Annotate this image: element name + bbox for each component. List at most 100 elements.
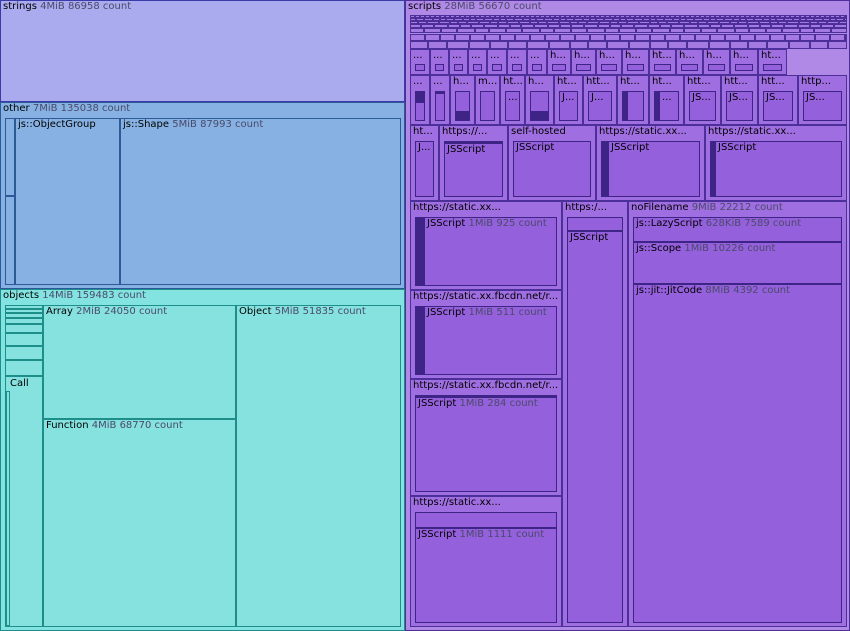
treemap-node-js-shape[interactable]: js::Shape 5MiB 87993 count xyxy=(120,118,401,285)
treemap-node-jsscript-small[interactable] xyxy=(492,64,502,71)
treemap-node-script-source[interactable]: ht... J... xyxy=(554,75,583,125)
treemap-node-script-source[interactable]: h... xyxy=(596,49,622,75)
treemap-node-objects[interactable]: objects 14MiB 159483 count Call Array 2M… xyxy=(0,289,405,631)
treemap-node-other[interactable]: other 7MiB 135038 count js::ObjectGroup … xyxy=(0,102,405,289)
treemap-node-objects-small[interactable] xyxy=(5,333,43,346)
treemap-node-script-small[interactable] xyxy=(748,41,767,49)
treemap-node-jsscript-small[interactable] xyxy=(454,64,463,71)
treemap-node-function[interactable]: Function 4MiB 68770 count xyxy=(43,419,236,627)
treemap-node-script-small[interactable] xyxy=(560,34,575,41)
treemap-node-jsscript[interactable]: J... xyxy=(559,91,578,121)
treemap-node-script-source[interactable]: https://static.xx... JSScript 1MiB 1111 … xyxy=(410,496,562,627)
treemap-node-script-small[interactable] xyxy=(767,41,789,49)
treemap-node-script-small[interactable] xyxy=(441,28,457,33)
treemap-node-script-source[interactable]: h... xyxy=(547,49,571,75)
treemap-node-script-small[interactable] xyxy=(665,34,680,41)
treemap-node-script-small[interactable] xyxy=(605,34,620,41)
treemap-node-script-small[interactable] xyxy=(410,41,428,49)
treemap-node-script-small[interactable] xyxy=(755,34,770,41)
treemap-node-jsscript-small[interactable] xyxy=(708,64,725,71)
treemap-node-script-source[interactable]: https://static.xx... JSScript xyxy=(705,125,847,201)
treemap-node-script-small[interactable] xyxy=(428,41,447,49)
treemap-node-script-small[interactable] xyxy=(782,28,800,33)
treemap-node-script-small[interactable] xyxy=(636,28,652,33)
treemap-node-script-source[interactable]: h... xyxy=(703,49,730,75)
treemap-node-jsscript-small[interactable] xyxy=(435,64,444,71)
treemap-node-script-small[interactable] xyxy=(749,28,766,33)
treemap-node-jsscript-small[interactable] xyxy=(601,64,617,71)
treemap-node-script-source[interactable]: ht... xyxy=(758,49,787,75)
treemap-node-script-small[interactable] xyxy=(607,41,629,49)
treemap-node-jsscript[interactable] xyxy=(530,91,549,121)
treemap-node-nofilename[interactable]: noFilename 9MiB 22212 count js::LazyScri… xyxy=(628,201,847,627)
treemap-node-jsscript-small[interactable] xyxy=(415,512,557,528)
treemap-node-script-source[interactable]: https://static.xx... JSScript 1MiB 925 c… xyxy=(410,201,562,290)
treemap-node-script-small[interactable] xyxy=(785,34,800,41)
treemap-node-jsscript[interactable]: ... xyxy=(505,91,520,121)
treemap-node-jsscript-small[interactable] xyxy=(552,64,566,71)
treemap-node-jsscript-small[interactable] xyxy=(512,64,522,71)
treemap-node-script-small[interactable] xyxy=(570,41,588,49)
treemap-node-jsscript[interactable]: JSScript xyxy=(601,141,700,197)
treemap-node-jsscript[interactable] xyxy=(435,91,445,121)
treemap-node-js-jit-jitcode[interactable]: js::jit::JitCode 8MiB 4392 count xyxy=(633,284,842,623)
treemap-node-script-small[interactable] xyxy=(571,28,587,33)
treemap-node-script-source[interactable]: h... xyxy=(730,49,758,75)
treemap-node-script-small[interactable] xyxy=(485,34,500,41)
treemap-node-script-small[interactable] xyxy=(701,28,717,33)
treemap-node-script-small[interactable] xyxy=(475,28,489,33)
treemap-node-jsscript-small[interactable] xyxy=(681,64,698,71)
treemap-node-objects-small[interactable] xyxy=(5,324,43,333)
treemap-node-script-small[interactable] xyxy=(766,28,782,33)
treemap-node-script-source[interactable]: https://static.xx.fbcdn.net/r... JSScrip… xyxy=(410,290,562,379)
treemap-node-jsscript[interactable]: JSScript 1MiB 1111 count xyxy=(415,528,557,623)
treemap-node-script-small[interactable] xyxy=(635,34,650,41)
treemap-node-objects-small[interactable] xyxy=(5,346,43,360)
treemap-node-script-small[interactable] xyxy=(650,41,668,49)
treemap-node-script-source[interactable]: ... xyxy=(410,49,430,75)
treemap-node-script-source[interactable]: ... xyxy=(430,49,449,75)
treemap-node-jsscript[interactable]: J... xyxy=(415,141,434,197)
treemap-node-jsscript-small[interactable] xyxy=(763,64,782,71)
treemap-node-script-small[interactable] xyxy=(515,34,530,41)
treemap-node-array[interactable]: Array 2MiB 24050 count xyxy=(43,305,236,419)
treemap-node-strings[interactable]: strings 4MiB 86958 count xyxy=(0,0,405,102)
treemap-node-script-small[interactable] xyxy=(554,28,571,33)
treemap-node-jsscript[interactable]: ... xyxy=(654,91,679,121)
treemap-node-scripts[interactable]: scripts 28MiB 56670 count ..............… xyxy=(405,0,850,631)
treemap-node-script-small[interactable] xyxy=(590,34,605,41)
treemap-node-script-small[interactable] xyxy=(710,34,725,41)
treemap-node-script-source[interactable]: self-hosted JSScript xyxy=(508,125,596,201)
treemap-node-script-source[interactable]: htt... JS... xyxy=(684,75,721,125)
treemap-node-jsscript[interactable]: JSScript xyxy=(567,231,623,623)
treemap-node-js-scope[interactable]: js::Scope 1MiB 10226 count xyxy=(633,242,842,284)
treemap-node-script-small[interactable] xyxy=(489,28,506,33)
treemap-node-js-objectgroup[interactable]: js::ObjectGroup xyxy=(15,118,120,285)
treemap-node-script-small[interactable] xyxy=(740,34,755,41)
treemap-node-script-small[interactable] xyxy=(831,28,847,33)
treemap-node-script-small[interactable] xyxy=(717,28,735,33)
treemap-node-jsscript-small[interactable] xyxy=(532,64,542,71)
treemap-node-script-small[interactable] xyxy=(425,34,440,41)
treemap-node-jsscript[interactable]: JSScript xyxy=(444,141,503,197)
treemap-node-script-small[interactable] xyxy=(424,28,441,33)
treemap-node-script-small[interactable] xyxy=(620,34,635,41)
treemap-node-script-small[interactable] xyxy=(500,34,515,41)
treemap-node-script-small[interactable] xyxy=(410,28,424,33)
treemap-node-script-small[interactable] xyxy=(549,41,570,49)
treemap-node-script-source[interactable]: https:/... JSScript xyxy=(562,201,628,627)
treemap-node-script-small[interactable] xyxy=(522,28,540,33)
treemap-node-script-source[interactable]: ... xyxy=(468,49,487,75)
treemap-node-script-small[interactable] xyxy=(845,34,847,41)
treemap-node-jsscript[interactable]: J... xyxy=(588,91,612,121)
treemap-node-jsscript[interactable]: JS... xyxy=(803,91,842,121)
treemap-node-script-small[interactable] xyxy=(575,34,590,41)
treemap-node-script-small[interactable] xyxy=(508,41,527,49)
treemap-node-script-small[interactable] xyxy=(680,34,695,41)
treemap-node-script-small[interactable] xyxy=(814,28,831,33)
treemap-node-script-source[interactable]: ... xyxy=(507,49,527,75)
treemap-node-script-source[interactable]: ... xyxy=(487,49,507,75)
treemap-node-script-small[interactable] xyxy=(652,28,670,33)
treemap-node-jsscript[interactable]: JSScript 1MiB 925 count xyxy=(415,217,557,286)
treemap-node-script-small[interactable] xyxy=(470,34,485,41)
